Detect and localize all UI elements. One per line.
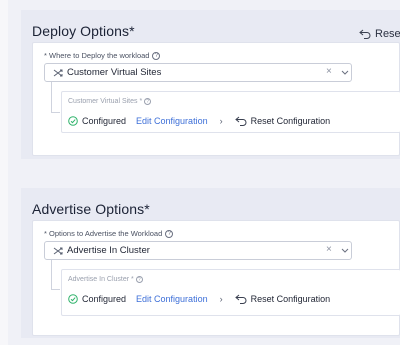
reset-configuration-button[interactable]: Reset Configuration	[234, 294, 331, 304]
field-label: * Options to Advertise the Workload ?	[44, 229, 174, 238]
deploy-options-section: Deploy Options* Reset a * Where to Deplo…	[21, 10, 400, 159]
reset-configuration-button[interactable]: Reset Configuration	[234, 116, 331, 126]
sub-field-label: Advertise In Cluster * ?	[68, 276, 143, 283]
reset-all-button[interactable]: Reset a	[359, 26, 400, 42]
tree-connector	[51, 82, 60, 113]
reset-arrow-icon	[234, 116, 247, 126]
chevron-down-icon[interactable]	[341, 66, 349, 78]
sub-field-label: Customer Virtual Sites * ?	[68, 98, 152, 105]
advertise-options-section: Advertise Options* * Options to Advertis…	[21, 188, 400, 338]
page-left-strip	[0, 0, 8, 345]
advertise-options-header: Advertise Options*	[21, 188, 400, 220]
required-mark: *	[129, 23, 135, 39]
chevron-right-icon: ›	[219, 294, 223, 304]
sub-field-label-text: Customer Virtual Sites *	[68, 98, 143, 105]
reset-configuration-label: Reset Configuration	[250, 116, 331, 126]
reset-arrow-icon	[359, 29, 371, 39]
help-icon[interactable]: ?	[152, 51, 161, 60]
deploy-options-header: Deploy Options* Reset a	[21, 10, 400, 42]
section-title: Advertise Options*	[32, 201, 150, 217]
clear-icon[interactable]: ×	[326, 244, 332, 255]
edit-configuration-link[interactable]: Edit Configuration	[136, 116, 208, 126]
select-value: Advertise In Cluster	[67, 245, 150, 256]
reset-arrow-icon	[234, 294, 247, 304]
tree-connector	[51, 260, 60, 290]
status-text: Configured	[82, 116, 127, 126]
section-title-text: Deploy Options	[32, 23, 130, 39]
edit-configuration-link[interactable]: Edit Configuration	[136, 294, 208, 304]
customer-virtual-sites-card: Customer Virtual Sites * ? Configured Ed…	[61, 91, 400, 133]
advertise-option-select[interactable]: Advertise In Cluster ×	[44, 241, 352, 260]
select-value: Customer Virtual Sites	[67, 67, 162, 78]
chevron-right-icon: ›	[219, 116, 223, 126]
field-label: * Where to Deploy the workload ?	[44, 51, 161, 60]
config-status-row: Configured Edit Configuration › Reset Co…	[68, 292, 330, 306]
field-label-text: * Where to Deploy the workload	[44, 51, 150, 60]
shuffle-icon	[53, 247, 63, 255]
check-circle-icon	[68, 294, 78, 304]
field-label-text: * Options to Advertise the Workload	[44, 229, 163, 238]
reset-all-label: Reset a	[375, 28, 400, 40]
chevron-down-icon[interactable]	[341, 244, 349, 256]
section-title-text: Advertise Options	[32, 201, 145, 217]
status-text: Configured	[82, 294, 127, 304]
section-title: Deploy Options*	[32, 23, 135, 39]
advertise-options-card: * Options to Advertise the Workload ? Ad…	[32, 220, 400, 336]
help-icon[interactable]: ?	[165, 229, 174, 238]
config-status-row: Configured Edit Configuration › Reset Co…	[68, 114, 330, 128]
advertise-in-cluster-card: Advertise In Cluster * ? Configured Edit…	[61, 269, 400, 316]
clear-icon[interactable]: ×	[326, 66, 332, 77]
required-mark: *	[144, 201, 150, 217]
check-circle-icon	[68, 116, 78, 126]
deploy-options-card: * Where to Deploy the workload ? Custome…	[32, 42, 400, 156]
deploy-location-select[interactable]: Customer Virtual Sites ×	[44, 63, 352, 82]
reset-configuration-label: Reset Configuration	[250, 294, 331, 304]
sub-field-label-text: Advertise In Cluster *	[68, 276, 134, 283]
help-icon[interactable]: ?	[144, 98, 152, 105]
shuffle-icon	[53, 69, 63, 77]
help-icon[interactable]: ?	[135, 276, 143, 283]
